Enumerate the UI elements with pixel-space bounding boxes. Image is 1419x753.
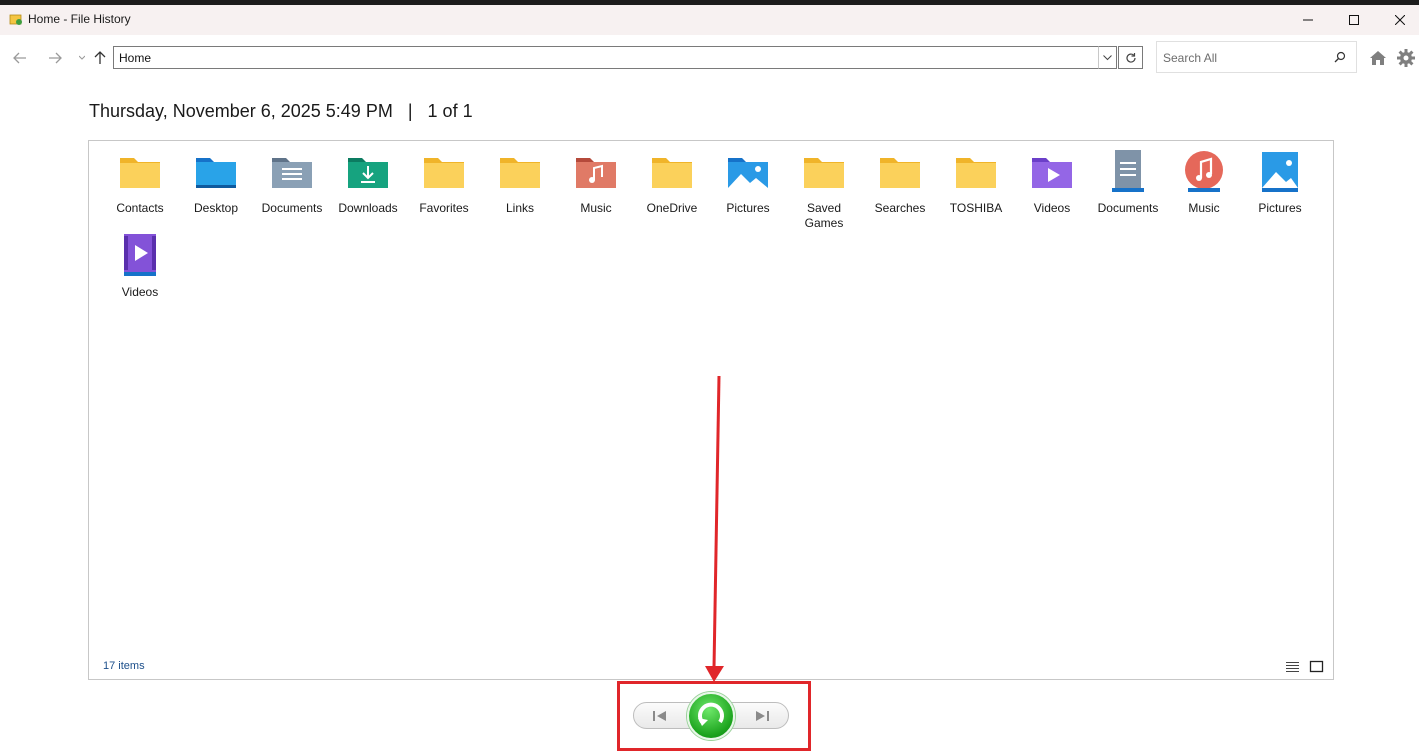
address-dropdown-button[interactable] <box>1098 46 1117 69</box>
folder-icon <box>956 158 996 188</box>
item-label: Pictures <box>1258 201 1302 215</box>
gear-icon[interactable] <box>1396 48 1416 68</box>
item-label: Saved Games <box>804 201 844 230</box>
list-item[interactable]: Pictures <box>1242 150 1318 216</box>
back-arrow-icon <box>13 52 26 64</box>
downloads-folder-icon <box>348 158 388 188</box>
close-button[interactable] <box>1377 5 1419 35</box>
item-label: Downloads <box>338 201 398 215</box>
up-button[interactable] <box>88 48 112 68</box>
item-label: OneDrive <box>646 201 698 215</box>
list-item[interactable]: OneDrive <box>634 150 710 216</box>
window-title: Home - File History <box>28 12 131 26</box>
chevron-down-icon <box>79 55 85 60</box>
pictures-library-icon <box>1262 152 1298 192</box>
folder-icon <box>804 158 844 188</box>
list-item[interactable]: Music <box>1166 150 1242 216</box>
minimize-icon <box>1303 19 1313 21</box>
page-indicator: 1 of 1 <box>427 101 473 121</box>
folder-icon <box>120 158 160 188</box>
maximize-button[interactable] <box>1331 5 1377 35</box>
list-item[interactable]: Favorites <box>406 150 482 216</box>
pictures-folder-icon <box>728 158 768 188</box>
title-bar <box>0 5 1419 35</box>
item-label: Documents <box>261 201 323 215</box>
item-label: Links <box>505 201 534 215</box>
list-item[interactable]: Searches <box>862 150 938 216</box>
home-icon[interactable] <box>1368 48 1388 68</box>
minimize-button[interactable] <box>1285 5 1331 35</box>
up-arrow-icon <box>94 51 106 64</box>
annotation-highlight-box <box>617 681 811 751</box>
item-count: 17 items <box>103 660 145 672</box>
list-item[interactable]: Saved Games <box>786 150 862 231</box>
list-item[interactable]: Links <box>482 150 558 216</box>
chevron-down-icon <box>1103 54 1112 60</box>
address-bar[interactable]: Home <box>113 46 1117 69</box>
list-item[interactable]: Downloads <box>330 150 406 216</box>
item-label: Music <box>1188 201 1220 215</box>
file-list-panel <box>88 140 1334 680</box>
refresh-button[interactable] <box>1118 46 1143 69</box>
file-history-app-icon <box>9 14 22 25</box>
list-item[interactable]: Music <box>558 150 634 216</box>
list-item[interactable]: Pictures <box>710 150 786 216</box>
item-label: Favorites <box>419 201 469 215</box>
item-label: Music <box>580 201 612 215</box>
address-text: Home <box>119 51 152 65</box>
folder-icon <box>652 158 692 188</box>
item-label: TOSHIBA <box>949 201 1003 215</box>
back-button[interactable] <box>8 48 32 68</box>
list-item[interactable]: Videos <box>1014 150 1090 216</box>
item-label: Searches <box>874 201 926 215</box>
list-item[interactable]: Videos <box>102 234 178 300</box>
close-icon <box>1395 15 1405 25</box>
list-item[interactable]: Contacts <box>102 150 178 216</box>
desktop-folder-icon <box>196 158 236 188</box>
item-label: Desktop <box>193 201 239 215</box>
maximize-icon <box>1349 15 1359 25</box>
date-separator: | <box>407 101 413 121</box>
forward-arrow-icon <box>49 52 62 64</box>
item-label: Videos <box>121 285 159 299</box>
documents-library-icon <box>1112 150 1144 192</box>
backup-date: Thursday, November 6, 2025 5:49 PM <box>89 101 393 121</box>
list-item[interactable]: TOSHIBA <box>938 150 1014 216</box>
search-icon[interactable] <box>1334 51 1346 63</box>
folder-icon <box>500 158 540 188</box>
item-label: Pictures <box>726 201 770 215</box>
search-placeholder: Search All <box>1163 51 1218 65</box>
search-box[interactable]: Search All <box>1156 41 1357 73</box>
item-label: Documents <box>1097 201 1159 215</box>
list-item[interactable]: Documents <box>1090 150 1166 216</box>
music-library-icon <box>1185 151 1223 192</box>
backup-date-line: Thursday, November 6, 2025 5:49 PM | 1 o… <box>89 101 473 122</box>
videos-folder-icon <box>1032 158 1072 188</box>
forward-button[interactable] <box>43 48 67 68</box>
music-folder-icon <box>576 158 616 188</box>
refresh-icon <box>1125 52 1136 63</box>
folder-icon <box>424 158 464 188</box>
folder-icon <box>880 158 920 188</box>
list-item[interactable]: Desktop <box>178 150 254 216</box>
item-label: Videos <box>1033 201 1071 215</box>
details-view-icon[interactable] <box>1285 660 1300 673</box>
item-label: Contacts <box>116 201 164 215</box>
list-item[interactable]: Documents <box>254 150 330 216</box>
large-icons-view-icon[interactable] <box>1309 660 1324 673</box>
documents-folder-icon <box>272 158 312 188</box>
videos-library-icon <box>124 234 156 276</box>
recent-locations-button[interactable] <box>76 48 88 68</box>
